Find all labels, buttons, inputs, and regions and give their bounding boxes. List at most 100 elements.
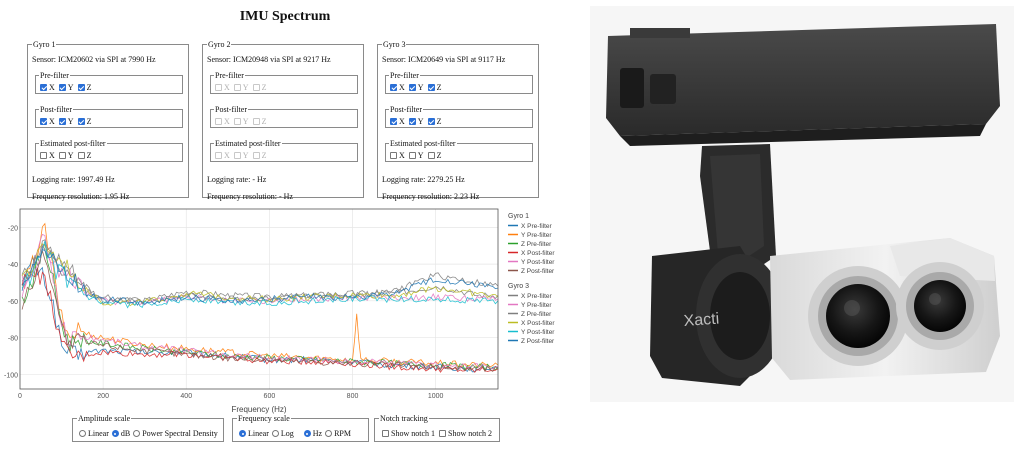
z-checkbox[interactable] [252, 84, 260, 91]
legend-entry[interactable]: X Post-filter [521, 250, 555, 257]
z-checkbox-label: Z [261, 117, 267, 126]
freq-unit-rpm-label: RPM [334, 429, 351, 438]
y-checkbox[interactable] [408, 84, 416, 91]
gyro-1-legend: Gyro 1 [33, 40, 56, 49]
gyro-3-logging-rate: Logging rate: 2279.25 Hz [382, 175, 465, 184]
y-checkbox[interactable] [58, 152, 66, 159]
amplitude-scale-group: Amplitude scale Linear dB Power Spectral D… [72, 414, 224, 442]
post-filter-legend: Post-filter [390, 105, 422, 114]
gyro-3-pre-filter: Pre-filter X Y Z [385, 71, 533, 94]
x-checkbox[interactable] [390, 118, 397, 125]
xacti-logo: Xacti [683, 311, 720, 330]
y-checkbox[interactable] [233, 118, 241, 125]
x-checkbox[interactable] [390, 152, 397, 159]
pre-filter-legend: Pre-filter [390, 71, 419, 80]
legend-entry[interactable]: Z Pre-filter [521, 311, 552, 318]
z-checkbox-label: Z [436, 151, 442, 160]
legend-entry[interactable]: Z Pre-filter [521, 241, 552, 248]
est-post-filter-legend: Estimated post-filter [390, 139, 456, 148]
y-checkbox-label: Y [67, 151, 74, 160]
gyro-2-sensor: Sensor: ICM20948 via SPI at 9217 Hz [207, 55, 331, 64]
pre-filter-legend: Pre-filter [40, 71, 69, 80]
z-checkbox[interactable] [427, 152, 435, 159]
legend-entry[interactable]: Y Pre-filter [521, 302, 552, 309]
page-title: IMU Spectrum [239, 9, 331, 24]
x-checkbox[interactable] [390, 84, 397, 91]
gyro-3-est-post-filter: Estimated post-filter X Y Z [385, 139, 533, 162]
z-checkbox[interactable] [77, 152, 85, 159]
z-checkbox[interactable] [77, 84, 85, 91]
y-checkbox[interactable] [233, 152, 241, 159]
x-tick-label: 1000 [428, 393, 444, 400]
series-line-gyro-1-z-pre-filter [21, 243, 499, 372]
freq-scale-linear-radio[interactable] [239, 430, 246, 437]
show-notch-2-checkbox[interactable] [439, 430, 446, 437]
y-checkbox-label: Y [417, 117, 424, 126]
legend-entry[interactable]: X Post-filter [521, 320, 555, 327]
amplitude-db-radio[interactable] [111, 430, 119, 437]
z-checkbox-label: Z [86, 83, 92, 92]
gyro-2-logging-rate: Logging rate: - Hz [207, 175, 267, 184]
x-checkbox[interactable] [215, 84, 222, 91]
series-line-gyro-3-y-pre-filter [21, 243, 499, 306]
x-tick-label: 200 [97, 393, 109, 400]
legend-entry[interactable]: Y Post-filter [521, 259, 555, 266]
spectrum-chart[interactable]: -20 -40 -60 -80 -100 0 200 400 600 800 1000 Gyro 1… [0, 200, 580, 414]
freq-unit-hz-radio[interactable] [303, 430, 311, 437]
gyro-1-est-post-filter: Estimated post-filter X Y Z [35, 139, 183, 162]
legend-entry[interactable]: Z Post-filter [521, 268, 555, 275]
pre-filter-legend: Pre-filter [215, 71, 244, 80]
legend-entry[interactable]: Y Post-filter [521, 329, 555, 336]
legend-group-title: Gyro 1 [508, 213, 529, 220]
y-checkbox[interactable] [408, 152, 416, 159]
y-checkbox-label: Y [242, 151, 249, 160]
y-tick-label: -100 [4, 372, 18, 379]
x-checkbox[interactable] [40, 152, 47, 159]
z-checkbox[interactable] [77, 118, 85, 125]
z-checkbox[interactable] [252, 118, 260, 125]
y-checkbox[interactable] [58, 118, 66, 125]
x-checkbox-label: X [224, 83, 230, 92]
x-checkbox-label: X [49, 151, 55, 160]
z-checkbox[interactable] [252, 152, 260, 159]
camera-gimbal-image: Xacti [590, 6, 1014, 402]
z-checkbox-label: Z [86, 117, 92, 126]
show-notch-1-label: Show notch 1 [391, 429, 435, 438]
freq-scale-log-radio[interactable] [271, 430, 279, 437]
z-checkbox[interactable] [427, 118, 435, 125]
freq-unit-rpm-radio[interactable] [325, 430, 333, 437]
gyro-1-post-filter: Post-filter X Y Z [35, 105, 183, 128]
x-checkbox-label: X [224, 151, 230, 160]
y-checkbox[interactable] [408, 118, 416, 125]
x-checkbox[interactable] [215, 152, 222, 159]
x-checkbox[interactable] [40, 118, 47, 125]
amplitude-db-label: dB [120, 429, 131, 438]
y-checkbox[interactable] [58, 84, 66, 91]
amplitude-linear-radio[interactable] [79, 430, 86, 437]
z-checkbox[interactable] [427, 84, 435, 91]
freq-scale-linear-label: Linear [248, 429, 269, 438]
gyro-1-panel: Gyro 1 Sensor: ICM20602 via SPI at 7990 … [27, 40, 189, 201]
legend-entry[interactable]: Y Pre-filter [521, 232, 552, 239]
notch-tracking-group: Notch tracking Show notch 1 Show notch 2 [374, 414, 500, 442]
gyro-2-panel: Gyro 2 Sensor: ICM20948 via SPI at 9217 … [202, 40, 364, 201]
series-line-gyro-1-y-pre-filter [21, 222, 499, 369]
z-checkbox-label: Z [261, 151, 267, 160]
x-checkbox-label: X [224, 117, 230, 126]
chart-legend[interactable]: Gyro 1 X Pre-filter Y Pre-filter Z Pre-filt… [508, 213, 555, 345]
z-checkbox-label: Z [436, 83, 442, 92]
legend-entry[interactable]: Z Post-filter [521, 338, 555, 345]
x-checkbox[interactable] [40, 84, 47, 91]
y-checkbox[interactable] [233, 84, 241, 91]
legend-entry[interactable]: X Pre-filter [521, 223, 553, 230]
amplitude-power-spectral-density-radio[interactable] [133, 430, 141, 437]
gyro-2-pre-filter: Pre-filter X Y Z [210, 71, 358, 94]
chart-ticks: -20 -40 -60 -80 -100 0 200 400 600 800 1000 [4, 225, 444, 400]
show-notch-1-checkbox[interactable] [382, 430, 389, 437]
show-notch-2-label: Show notch 2 [448, 429, 492, 438]
legend-entry[interactable]: X Pre-filter [521, 293, 553, 300]
est-post-filter-legend: Estimated post-filter [215, 139, 281, 148]
z-checkbox-label: Z [86, 151, 92, 160]
gyro-3-panel: Gyro 3 Sensor: ICM20649 via SPI at 9117 … [377, 40, 539, 201]
x-checkbox[interactable] [215, 118, 222, 125]
